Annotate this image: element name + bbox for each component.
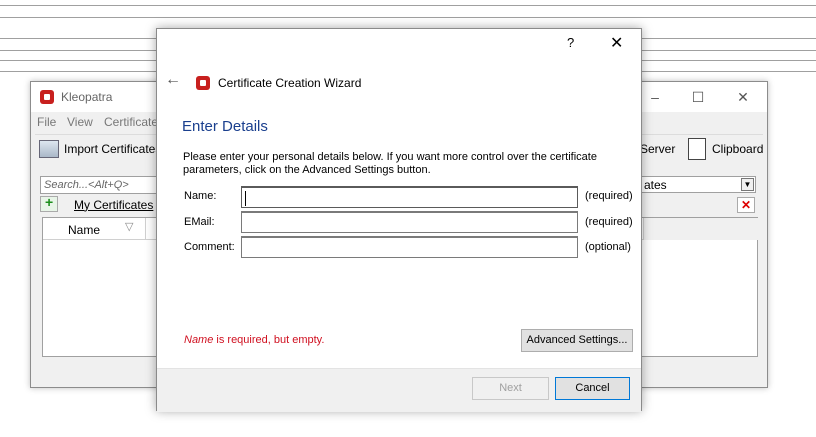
menu-view[interactable]: View <box>67 115 93 129</box>
comment-field[interactable] <box>241 236 578 258</box>
close-icon[interactable]: ✕ <box>733 87 753 107</box>
name-label: Name: <box>184 190 217 202</box>
certificate-wizard-dialog: ? ✕ ← Certificate Creation Wizard Enter … <box>156 28 642 412</box>
chevron-down-icon[interactable]: ▼ <box>741 178 754 191</box>
close-icon[interactable]: ✕ <box>610 33 623 53</box>
name-field[interactable] <box>241 186 578 208</box>
close-tab-icon[interactable]: ✕ <box>737 197 755 213</box>
import-certificates-icon <box>39 140 59 158</box>
error-field-name: Name <box>184 334 214 346</box>
error-message: is required, but empty. <box>213 334 325 346</box>
back-arrow-icon[interactable]: ← <box>165 71 181 89</box>
filter-select[interactable]: ates ▼ <box>640 176 756 193</box>
page-description: Please enter your personal details below… <box>183 151 597 176</box>
filter-value: ates <box>644 178 667 192</box>
background-line <box>0 5 816 6</box>
advanced-settings-button[interactable]: Advanced Settings... <box>521 329 633 352</box>
clipboard-icon <box>688 138 706 160</box>
column-separator <box>145 218 146 240</box>
cancel-button[interactable]: Cancel <box>555 377 630 400</box>
kleopatra-app-icon <box>40 90 54 104</box>
maximize-icon[interactable]: ☐ <box>688 87 708 107</box>
text-cursor <box>245 191 246 206</box>
column-header-extra <box>643 218 759 240</box>
page-heading: Enter Details <box>182 118 268 135</box>
validation-error: Name is required, but empty. <box>184 334 324 346</box>
help-icon[interactable]: ? <box>567 35 574 50</box>
email-label: EMail: <box>184 216 215 228</box>
comment-label: Comment: <box>184 241 235 253</box>
kleopatra-app-icon <box>196 76 210 90</box>
next-button[interactable]: Next <box>472 377 549 400</box>
tab-my-certificates[interactable]: My Certificates <box>40 194 160 214</box>
menu-certificate[interactable]: Certificate <box>104 115 158 129</box>
import-certificates-button[interactable]: Import Certificates <box>64 142 161 156</box>
tab-my-certificates-label: My Certificates <box>74 198 154 212</box>
wizard-title: Certificate Creation Wizard <box>218 76 362 90</box>
background-line <box>0 17 816 18</box>
minimize-icon[interactable]: – <box>645 87 665 107</box>
name-hint: (required) <box>585 190 633 202</box>
clipboard-button[interactable]: Clipboard <box>712 142 763 156</box>
sort-icon: ▽ <box>125 221 134 233</box>
email-field[interactable] <box>241 211 578 233</box>
menu-file[interactable]: File <box>37 115 56 129</box>
email-hint: (required) <box>585 216 633 228</box>
column-header-name[interactable]: Name <box>68 223 100 237</box>
comment-hint: (optional) <box>585 241 631 253</box>
lookup-server-button[interactable]: Server <box>640 142 675 156</box>
kleopatra-title: Kleopatra <box>61 90 113 104</box>
new-tab-icon[interactable] <box>40 194 58 212</box>
